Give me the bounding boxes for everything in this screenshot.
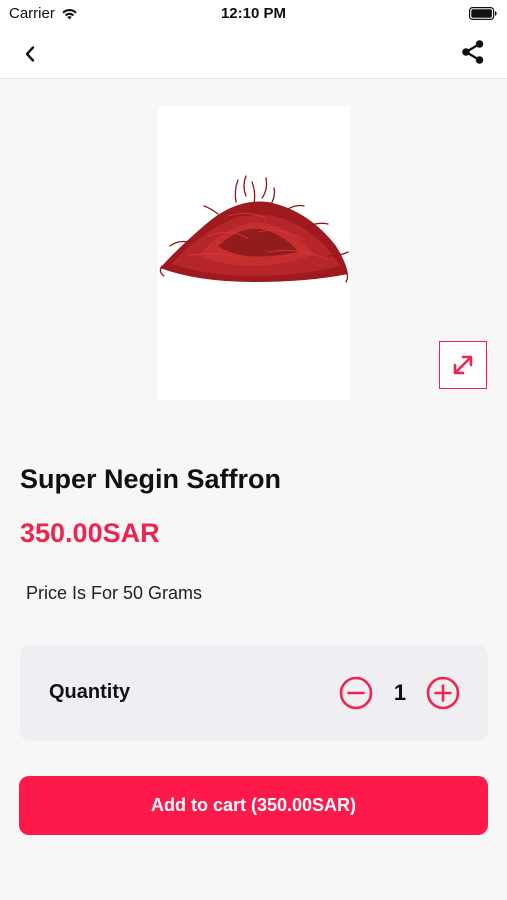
quantity-card: Quantity 1: [20, 645, 488, 741]
product-description: Price Is For 50 Grams: [26, 583, 203, 603]
minus-circle-icon: [339, 676, 373, 710]
product-price: 350.00SAR: [20, 518, 160, 548]
increase-quantity-button[interactable]: [426, 676, 460, 710]
product-detail-screen: Carrier 12:10 PM Super Negin Saffron 350…: [0, 0, 507, 900]
add-to-cart-button[interactable]: Add to cart (350.00SAR): [19, 776, 488, 835]
chevron-left-icon: [25, 46, 35, 62]
quantity-label: Quantity: [49, 681, 131, 703]
saffron-image: [159, 175, 349, 283]
product-title: Super Negin Saffron: [20, 464, 282, 494]
share-icon: [462, 40, 484, 64]
quantity-value: 1: [393, 680, 407, 705]
nav-bar: [0, 28, 507, 79]
expand-image-button[interactable]: [439, 341, 487, 389]
share-button[interactable]: [459, 38, 487, 66]
decrease-quantity-button[interactable]: [339, 676, 373, 710]
battery-icon: [469, 7, 497, 24]
status-bar: Carrier 12:10 PM: [0, 0, 507, 28]
product-image[interactable]: [158, 106, 350, 400]
plus-circle-icon: [426, 676, 460, 710]
expand-icon: [453, 355, 473, 375]
back-button[interactable]: [16, 40, 44, 68]
status-time: 12:10 PM: [220, 5, 287, 22]
